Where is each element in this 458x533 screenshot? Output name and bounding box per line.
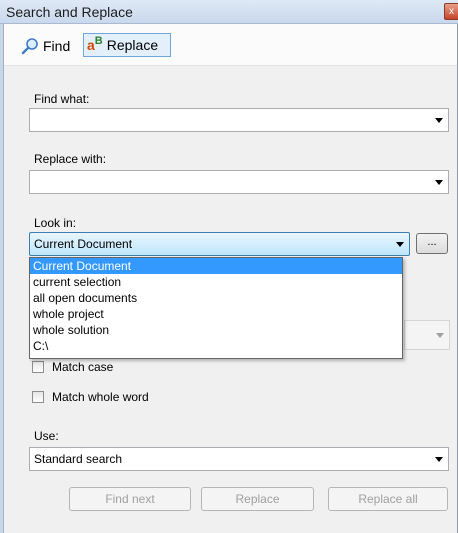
left-border bbox=[0, 24, 4, 533]
look-in-option[interactable]: current selection bbox=[30, 274, 402, 290]
title-bar[interactable]: Search and Replace x bbox=[0, 0, 458, 24]
chevron-down-icon[interactable] bbox=[436, 333, 444, 338]
look-in-select[interactable]: Current Document bbox=[29, 232, 410, 256]
find-what-combo[interactable] bbox=[29, 108, 449, 132]
replace-tab-button[interactable]: aB Replace bbox=[83, 33, 171, 57]
close-icon: x bbox=[449, 6, 454, 17]
checkbox-box[interactable] bbox=[32, 361, 44, 373]
replace-tab-label: Replace bbox=[106, 37, 159, 53]
match-case-label: Match case bbox=[52, 360, 114, 374]
file-types-combo[interactable] bbox=[404, 320, 450, 350]
search-replace-window: Search and Replace x Find aB Replace Fin… bbox=[0, 0, 458, 533]
search-icon bbox=[21, 38, 38, 55]
look-in-value: Current Document bbox=[34, 237, 133, 251]
look-in-option[interactable]: C:\ bbox=[30, 338, 402, 354]
look-in-dropdown-list: Current Document current selection all o… bbox=[29, 257, 403, 359]
look-in-option[interactable]: whole solution bbox=[30, 322, 402, 338]
mode-toolbar: Find aB Replace bbox=[4, 24, 457, 66]
window-title: Search and Replace bbox=[6, 4, 133, 20]
use-value: Standard search bbox=[34, 452, 123, 466]
replace-icon: aB bbox=[87, 35, 103, 53]
chevron-down-icon[interactable] bbox=[435, 118, 443, 123]
checkbox-box[interactable] bbox=[32, 391, 44, 403]
close-button[interactable]: x bbox=[444, 3, 458, 20]
look-in-option[interactable]: Current Document bbox=[30, 258, 402, 274]
match-case-checkbox[interactable]: Match case bbox=[32, 360, 113, 374]
find-what-label: Find what: bbox=[34, 92, 90, 106]
find-next-button[interactable]: Find next bbox=[69, 487, 191, 511]
match-whole-word-checkbox[interactable]: Match whole word bbox=[32, 390, 149, 404]
replace-with-combo[interactable] bbox=[29, 170, 449, 194]
find-tab-button[interactable]: Find bbox=[21, 36, 70, 56]
use-label: Use: bbox=[34, 429, 59, 443]
look-in-option[interactable]: whole project bbox=[30, 306, 402, 322]
chevron-down-icon[interactable] bbox=[396, 242, 404, 247]
replace-button[interactable]: Replace bbox=[201, 487, 314, 511]
find-tab-label: Find bbox=[43, 38, 71, 54]
look-in-option[interactable]: all open documents bbox=[30, 290, 402, 306]
chevron-down-icon[interactable] bbox=[435, 180, 443, 185]
chevron-down-icon[interactable] bbox=[435, 457, 443, 462]
match-whole-word-label: Match whole word bbox=[52, 390, 149, 404]
browse-button[interactable]: ... bbox=[416, 233, 448, 254]
use-select[interactable]: Standard search bbox=[29, 447, 449, 471]
replace-all-button[interactable]: Replace all bbox=[328, 487, 448, 511]
replace-with-label: Replace with: bbox=[34, 152, 107, 166]
look-in-label: Look in: bbox=[34, 216, 77, 230]
